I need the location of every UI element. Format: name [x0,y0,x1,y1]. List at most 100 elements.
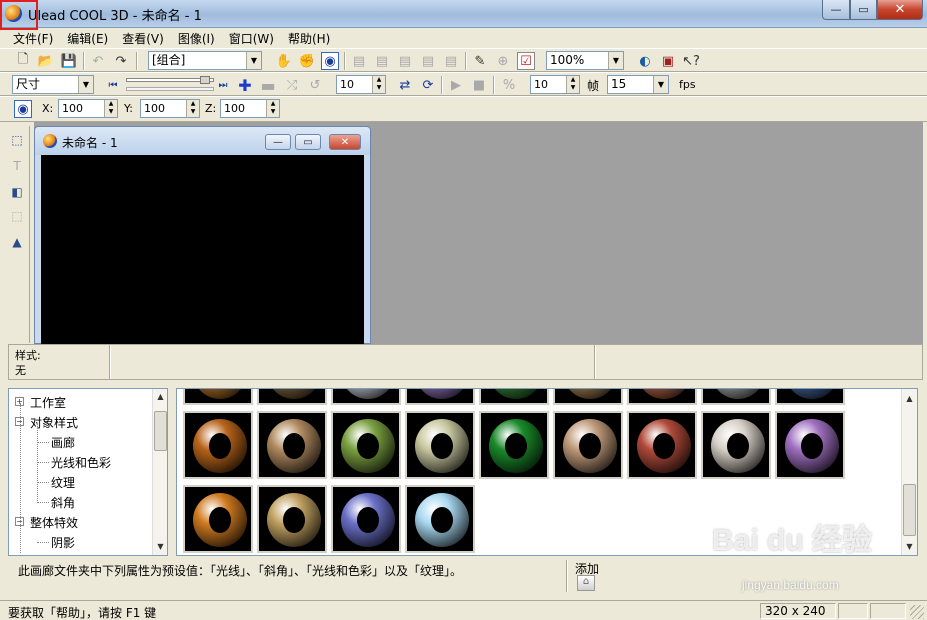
maximize-button[interactable]: ▭ [850,0,877,20]
chevron-down-icon[interactable]: ▼ [653,76,668,93]
render-icon[interactable]: ◐ [636,52,654,70]
style-thumbnail[interactable] [700,389,772,406]
chevron-down-icon[interactable]: ▼ [246,52,261,69]
timeline-slider-thumb[interactable] [200,76,210,84]
scroll-down-icon[interactable]: ▼ [153,539,167,554]
spin-arrows-icon[interactable]: ▲ ▼ [186,100,199,117]
style-thumbnail[interactable] [774,410,846,480]
close-button[interactable]: ✕ [877,0,923,20]
style-thumbnail[interactable] [182,389,254,406]
chevron-down-icon[interactable]: ▼ [608,52,623,69]
minimize-button[interactable]: — [822,0,850,20]
frame-spin[interactable]: 10 ▲ ▼ [336,75,386,94]
align-center-icon[interactable]: ▤ [373,52,391,70]
style-thumbnail[interactable] [256,410,328,480]
style-thumbnail[interactable] [774,389,846,406]
style-thumbnail[interactable] [256,389,328,406]
spin-arrows-icon[interactable]: ▲ ▼ [566,76,579,93]
edit-graphic-icon[interactable]: ⬚ [7,206,27,226]
style-thumbnail[interactable] [404,389,476,406]
menu-view[interactable]: 查看(V) [115,30,171,47]
globe-icon[interactable]: ⊕ [494,52,512,70]
first-frame-icon[interactable]: ⏮ [104,76,122,94]
style-thumbnail[interactable] [404,484,476,554]
tree-item[interactable]: 斜角 [51,494,75,511]
checkbox-view-icon[interactable]: ☑ [517,52,535,70]
align-right-icon[interactable]: ▤ [396,52,414,70]
chevron-down-icon[interactable]: ▼ [78,76,93,93]
repeat-icon[interactable]: ⟳ [419,76,437,94]
save-icon[interactable]: 💾 [60,52,78,70]
tree-scrollbar[interactable]: ▲ ▼ [152,389,167,555]
menu-window[interactable]: 窗口(W) [222,30,281,47]
style-thumbnail[interactable] [478,389,550,406]
style-thumbnail[interactable] [700,410,772,480]
undo-icon[interactable]: ↶ [89,52,107,70]
geometry-icon[interactable]: ▲ [7,232,27,252]
rotate-hand-icon[interactable]: ✊ [298,52,316,70]
timeline-track-2[interactable] [126,87,214,91]
doc-minimize-button[interactable]: — [265,134,291,150]
insert-graphic-icon[interactable]: ◧ [7,182,27,202]
doc-close-button[interactable]: ✕ [329,134,361,150]
scroll-down-icon[interactable]: ▼ [902,539,917,554]
percent-icon[interactable]: % [500,76,518,94]
mode-select[interactable]: 尺寸 ▼ [12,75,94,94]
menu-image[interactable]: 图像(I) [171,30,222,47]
reverse-icon[interactable]: ⤮ [283,76,301,94]
style-thumbnail[interactable] [626,410,698,480]
style-thumbnail[interactable] [478,410,550,480]
swap-icon[interactable]: ⇄ [396,76,414,94]
tree-item[interactable]: 纹理 [51,474,75,491]
size-tool-icon[interactable]: ◉ [321,52,339,70]
style-thumbnail[interactable] [256,484,328,554]
menu-edit[interactable]: 编辑(E) [60,30,115,47]
style-thumbnail[interactable] [330,410,402,480]
scroll-thumb[interactable] [903,484,916,536]
spin-arrows-icon[interactable]: ▲ ▼ [266,100,279,117]
style-thumbnail[interactable] [330,389,402,406]
align-top-icon[interactable]: ▤ [419,52,437,70]
loop-back-icon[interactable]: ↺ [306,76,324,94]
redo-icon[interactable]: ↷ [112,52,130,70]
add-keyframe-icon[interactable]: ✚ [236,76,254,95]
style-thumbnail[interactable] [404,410,476,480]
doc-maximize-button[interactable]: ▭ [295,134,321,150]
resize-grip[interactable] [910,605,924,619]
help-pointer-icon[interactable]: ↖? [682,52,700,70]
scroll-thumb[interactable] [154,411,167,451]
add-to-gallery-icon[interactable]: ⌂ [577,575,595,591]
style-thumbnail[interactable] [552,389,624,406]
tree-item[interactable]: 阴影 [51,534,75,551]
open-folder-icon[interactable]: 📂 [37,52,55,70]
menu-help[interactable]: 帮助(H) [281,30,337,47]
tree-item[interactable]: 整体特效 [30,514,78,531]
gallery-scrollbar[interactable]: ▲ ▼ [901,389,917,555]
insert-text-icon[interactable]: ⬚ [7,130,27,150]
object-select[interactable]: [组合] ▼ [148,51,262,70]
scroll-up-icon[interactable]: ▲ [153,389,167,404]
document-title-bar[interactable]: 未命名 - 1 — ▭ ✕ [35,127,370,155]
y-spin[interactable]: 100 ▲ ▼ [140,99,200,118]
tree-item[interactable]: 光线和色彩 [51,454,111,471]
x-spin[interactable]: 100 ▲ ▼ [58,99,118,118]
render-canvas[interactable] [41,155,364,345]
style-thumbnail[interactable] [626,389,698,406]
stop-icon[interactable]: ■ [470,76,488,94]
last-frame-icon[interactable]: ⏭ [214,76,232,94]
play-icon[interactable]: ▶ [447,76,465,94]
tree-item[interactable]: 画廊 [51,434,75,451]
zoom-select[interactable]: 100% ▼ [546,51,624,70]
style-thumbnail[interactable] [330,484,402,554]
scroll-up-icon[interactable]: ▲ [902,391,917,406]
edit-text-icon[interactable]: T [7,156,27,176]
tree-item[interactable]: 工作室 [30,394,66,411]
spin-arrows-icon[interactable]: ▲ ▼ [104,100,117,117]
style-thumbnail[interactable] [182,484,254,554]
z-spin[interactable]: 100 ▲ ▼ [220,99,280,118]
step-spin[interactable]: 10 ▲ ▼ [530,75,580,94]
fps-select[interactable]: 15 ▼ [607,75,669,94]
export-icon[interactable]: ▣ [659,52,677,70]
menu-file[interactable]: 文件(F) [6,30,60,47]
style-thumbnail[interactable] [552,410,624,480]
